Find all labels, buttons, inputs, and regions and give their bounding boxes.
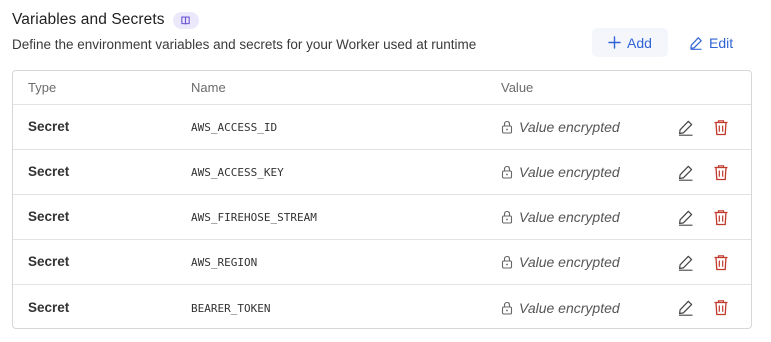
row-value: Value encrypted xyxy=(519,209,620,225)
column-header-value: Value xyxy=(501,80,534,95)
column-header-name: Name xyxy=(191,80,226,95)
row-name: BEARER_TOKEN xyxy=(191,301,271,315)
lock-icon xyxy=(501,165,513,179)
row-type: Secret xyxy=(28,299,70,315)
variables-and-secrets-panel: Variables and Secrets Define the environ… xyxy=(0,0,771,342)
trash-icon[interactable] xyxy=(713,119,729,136)
lock-icon xyxy=(501,210,513,224)
row-type: Secret xyxy=(28,119,70,134)
row-name: AWS_REGION xyxy=(191,256,258,269)
trash-icon[interactable] xyxy=(713,299,729,316)
pencil-icon[interactable] xyxy=(677,254,694,271)
secrets-table: Type Name Value Secret AWS_ACCESS_ID Val… xyxy=(12,70,752,329)
header-actions: Add Edit xyxy=(592,28,750,57)
table-row: Secret AWS_FIREHOSE_STREAM Value encrypt… xyxy=(13,195,751,240)
lock-icon xyxy=(501,255,513,269)
trash-icon[interactable] xyxy=(713,209,729,226)
row-name: AWS_ACCESS_ID xyxy=(191,121,278,134)
section-description: Define the environment variables and sec… xyxy=(12,37,477,52)
row-value: Value encrypted xyxy=(519,299,620,316)
column-header-type: Type xyxy=(28,80,57,95)
row-name: AWS_FIREHOSE_STREAM xyxy=(191,211,317,224)
table-row: Secret AWS_ACCESS_ID Value encrypted xyxy=(13,105,751,150)
lock-icon xyxy=(501,120,513,134)
row-type: Secret xyxy=(28,164,70,179)
pencil-icon[interactable] xyxy=(677,164,694,181)
row-value: Value encrypted xyxy=(519,254,620,270)
pencil-icon[interactable] xyxy=(677,209,694,226)
table-header: Type Name Value xyxy=(13,71,751,105)
row-value: Value encrypted xyxy=(519,164,620,180)
pencil-icon[interactable] xyxy=(677,119,694,136)
edit-button[interactable]: Edit xyxy=(680,28,750,57)
add-button-label: Add xyxy=(627,34,652,51)
trash-icon[interactable] xyxy=(713,164,729,181)
pencil-icon xyxy=(689,36,709,50)
trash-icon[interactable] xyxy=(713,254,729,271)
lock-icon xyxy=(501,301,513,315)
pencil-icon[interactable] xyxy=(677,299,694,316)
plus-icon xyxy=(608,36,627,49)
docs-link[interactable] xyxy=(172,11,199,29)
row-name: AWS_ACCESS_KEY xyxy=(191,166,284,179)
row-type: Secret xyxy=(28,254,70,269)
add-button[interactable]: Add xyxy=(592,28,668,57)
row-value: Value encrypted xyxy=(519,119,620,135)
row-type: Secret xyxy=(28,209,70,224)
edit-button-label: Edit xyxy=(709,34,734,51)
section-title: Variables and Secrets xyxy=(12,11,165,28)
table-row: Secret AWS_REGION Value encrypted xyxy=(13,240,751,285)
table-row: Secret AWS_ACCESS_KEY Value encrypted xyxy=(13,150,751,195)
book-icon xyxy=(180,15,191,26)
table-row: Secret BEARER_TOKEN Value encrypted xyxy=(13,285,751,328)
section-header: Variables and Secrets xyxy=(12,11,199,29)
